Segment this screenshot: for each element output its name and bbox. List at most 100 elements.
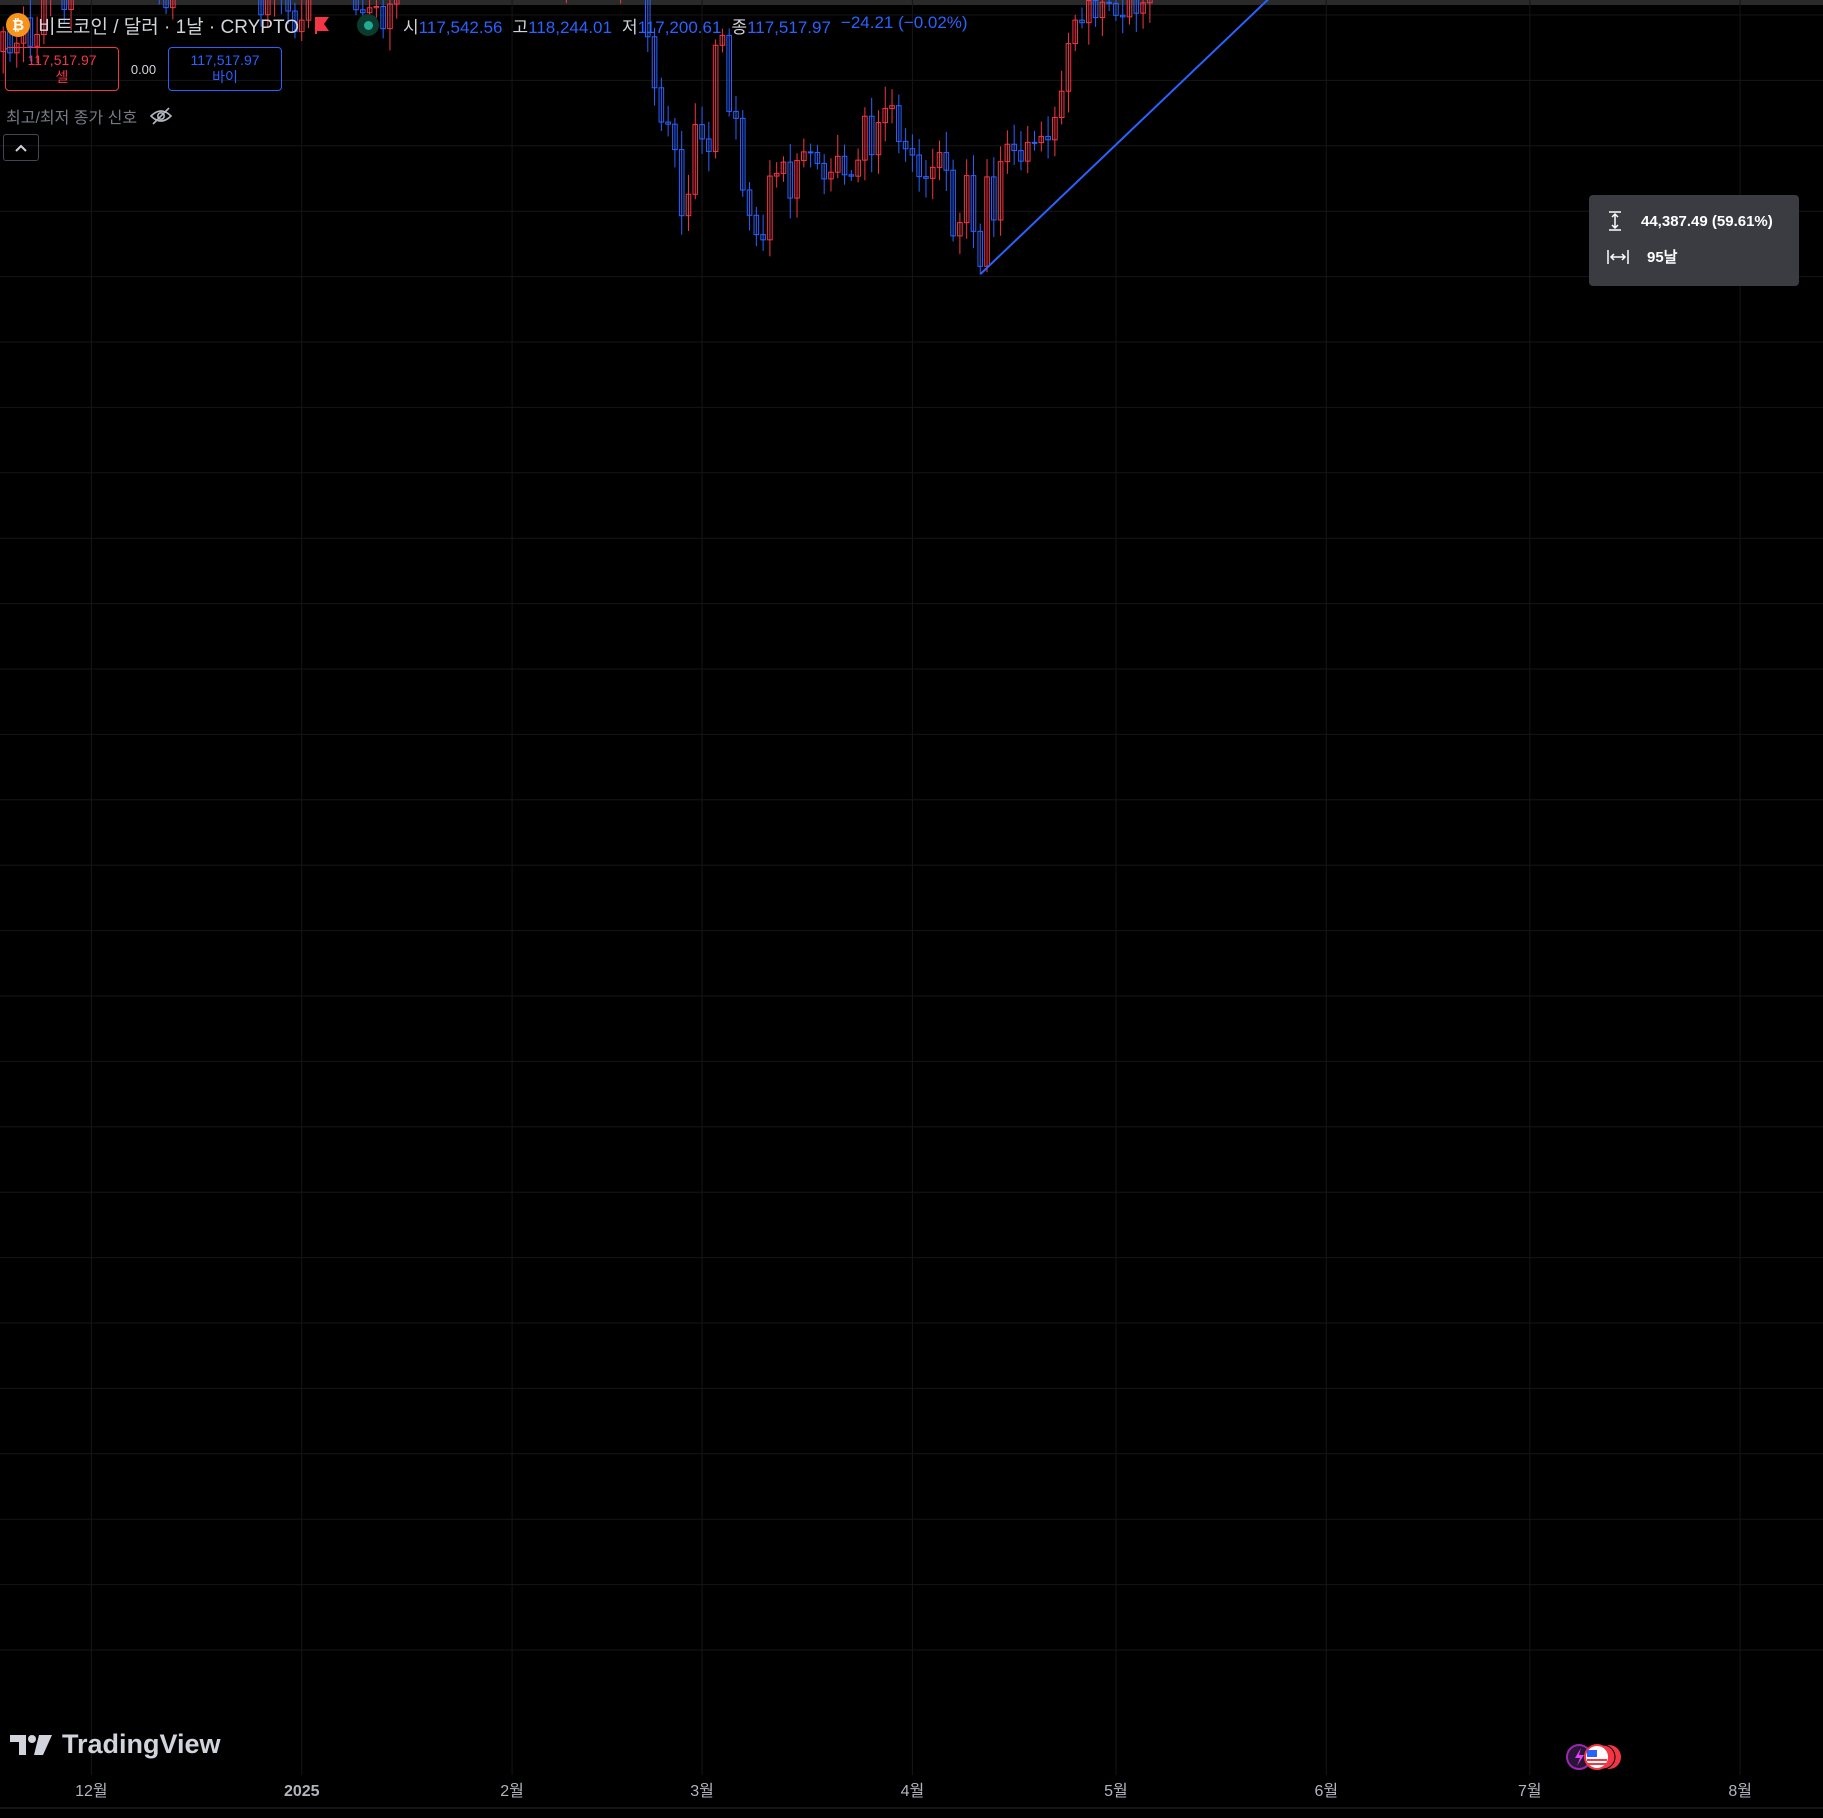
candle xyxy=(665,105,671,137)
candle xyxy=(1065,32,1072,113)
candle xyxy=(651,27,658,106)
candle xyxy=(957,212,963,255)
candle xyxy=(692,103,699,200)
candle xyxy=(828,158,834,192)
spread-value: 0.00 xyxy=(130,61,157,77)
trade-panel: 117,517.97 셀 0.00 117,517.97 바이 xyxy=(5,47,282,91)
tradingview-logo[interactable]: TradingView xyxy=(10,1729,221,1760)
market-status-icon[interactable] xyxy=(357,14,380,36)
candle xyxy=(1018,131,1024,171)
candle xyxy=(896,94,902,154)
candle xyxy=(984,159,990,273)
candle xyxy=(977,223,984,275)
candle xyxy=(158,0,160,5)
candle xyxy=(997,146,1004,236)
candle xyxy=(1031,130,1038,151)
x-tick-label: 4월 xyxy=(901,1782,925,1800)
candle-body xyxy=(1031,141,1038,144)
candle xyxy=(963,159,970,239)
candle-body xyxy=(807,151,814,154)
candle xyxy=(726,28,732,117)
candle xyxy=(565,0,567,4)
candle xyxy=(746,182,753,231)
x-tick-label: 12월 xyxy=(75,1782,108,1800)
candle xyxy=(685,174,692,232)
eye-off-icon[interactable] xyxy=(149,106,173,126)
indicator-legend[interactable]: 최고/최저 종가 신호 xyxy=(6,104,173,128)
candle xyxy=(1072,14,1079,52)
candle xyxy=(882,86,889,142)
candle xyxy=(821,154,827,195)
measure-price-change: 44,387.49 (59.61%) xyxy=(1641,212,1773,230)
sell-button[interactable]: 117,517.97 셀 xyxy=(5,47,119,91)
candle xyxy=(773,162,780,188)
candle xyxy=(868,97,875,173)
candle xyxy=(970,155,977,249)
candle xyxy=(1099,0,1106,36)
candle xyxy=(787,143,794,219)
buy-label: 바이 xyxy=(212,69,238,85)
candle xyxy=(1045,116,1051,159)
measure-bars: 95날 xyxy=(1647,249,1678,266)
measure-price-row: 44,387.49 (59.61%) xyxy=(1607,211,1773,231)
candle xyxy=(1119,0,1126,34)
candle xyxy=(1038,121,1045,152)
candle xyxy=(1086,0,1092,45)
measure-info-box: 44,387.49 (59.61%) 95날 xyxy=(1589,195,1799,286)
candle xyxy=(943,131,950,192)
candle xyxy=(923,159,929,198)
collapse-legend-button[interactable] xyxy=(3,134,39,161)
candle xyxy=(1113,0,1119,21)
chevron-up-icon xyxy=(15,144,27,152)
indicator-label: 최고/최저 종가 신호 xyxy=(6,110,138,127)
candle xyxy=(658,77,665,132)
candle xyxy=(1058,70,1065,125)
economic-events-icon[interactable] xyxy=(1565,1742,1631,1772)
x-tick-label: 2월 xyxy=(500,1782,524,1800)
symbol-title[interactable]: 비트코인 / 달러 · 1날 · CRYPTO xyxy=(38,12,299,39)
tradingview-logo-icon xyxy=(10,1734,52,1755)
measure-trend-line[interactable] xyxy=(979,0,1638,275)
candle xyxy=(862,107,868,181)
ohlc-values: 시117,542.56 고118,244.01 저117,200.61 종117… xyxy=(403,13,968,38)
bitcoin-icon: ₿ xyxy=(6,13,30,37)
horizontal-range-icon xyxy=(1607,249,1629,264)
candle xyxy=(620,0,622,4)
candle xyxy=(767,160,773,257)
x-tick-label: 6월 xyxy=(1314,1782,1338,1800)
candle xyxy=(991,157,997,238)
candle xyxy=(1133,0,1140,32)
candle xyxy=(678,130,685,235)
candle xyxy=(780,156,787,182)
candle xyxy=(1004,130,1011,174)
candle xyxy=(855,148,861,183)
candle xyxy=(902,128,909,162)
x-tick-label: 7월 xyxy=(1518,1782,1542,1800)
candle xyxy=(760,214,766,251)
candle xyxy=(916,139,922,192)
ohlc-change: −24.21 (−0.02%) xyxy=(840,12,968,32)
candle xyxy=(875,110,882,174)
buy-button[interactable]: 117,517.97 바이 xyxy=(168,47,282,91)
price-chart[interactable]: 12월 2025 2월 3월 4월 5월 6월 7월 8월 xyxy=(0,0,1823,1818)
flag-icon[interactable] xyxy=(313,16,331,34)
x-tick-label: 8월 xyxy=(1728,1782,1752,1800)
x-axis: 12월 2025 2월 3월 4월 5월 6월 7월 8월 xyxy=(0,1782,1823,1809)
candle xyxy=(1147,0,1153,23)
sell-price: 117,517.97 xyxy=(27,52,97,68)
ohlc-low: 저117,200.61 xyxy=(621,17,722,37)
sell-label: 셀 xyxy=(55,69,69,85)
ohlc-open: 시117,542.56 xyxy=(403,17,503,37)
candle xyxy=(1079,7,1085,29)
ohlc-close: 종117,517.97 xyxy=(731,17,831,37)
candle xyxy=(936,140,943,181)
candle xyxy=(909,134,916,172)
candle xyxy=(1024,125,1031,174)
candle xyxy=(929,148,936,200)
candle xyxy=(733,95,739,140)
ohlc-high: 고118,244.01 xyxy=(512,17,612,37)
candle xyxy=(1052,106,1058,157)
candle xyxy=(801,138,807,168)
candle xyxy=(814,144,821,170)
x-tick-label: 2025 xyxy=(284,1783,320,1800)
